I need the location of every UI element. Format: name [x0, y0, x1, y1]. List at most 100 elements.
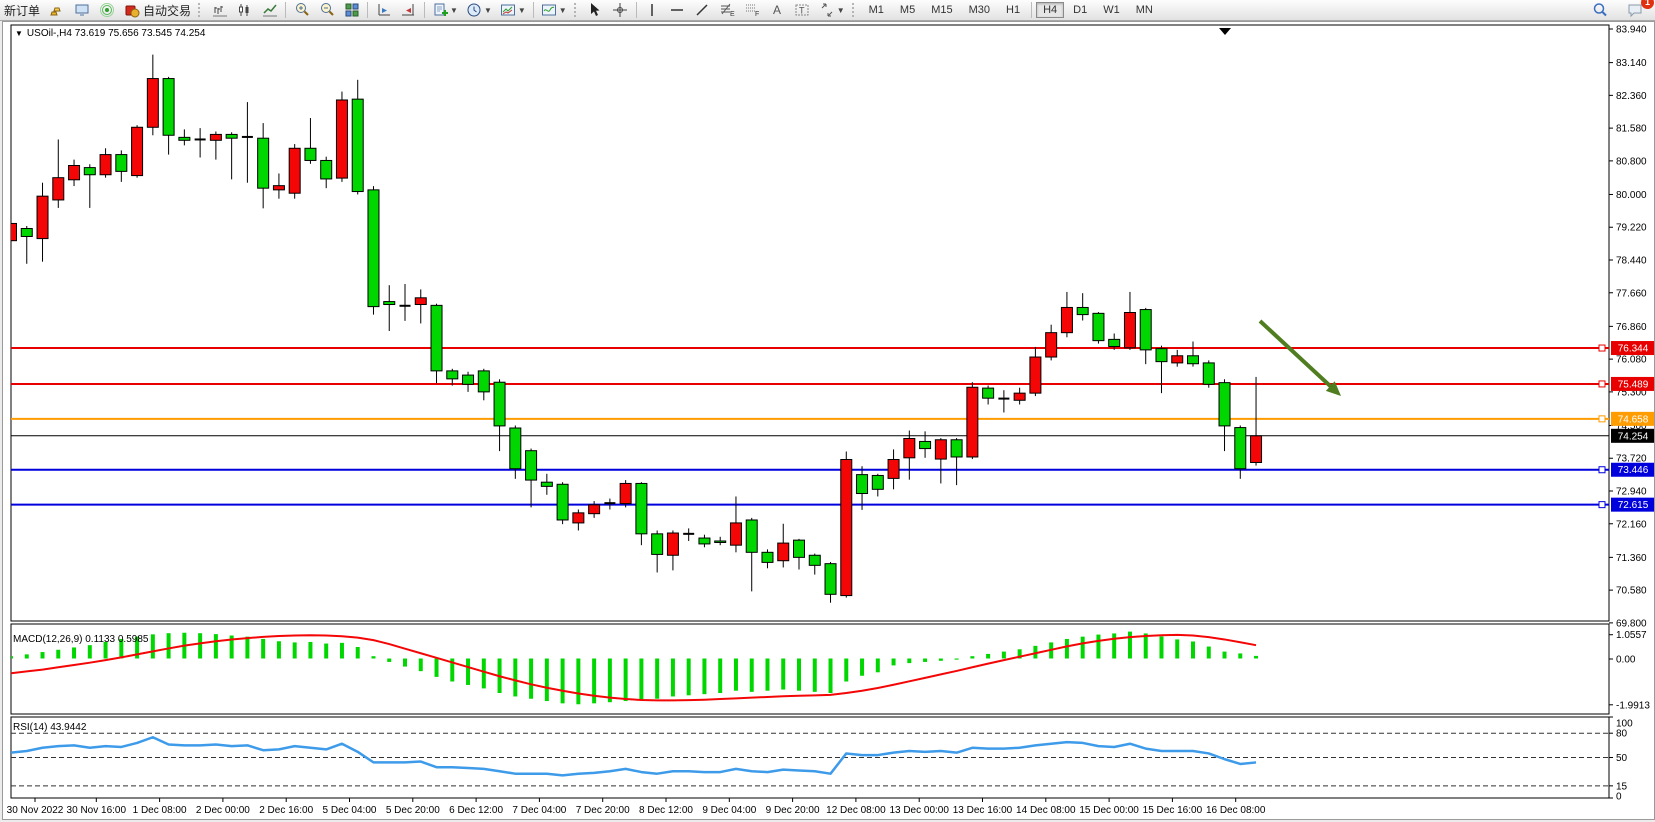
zoom-out-button[interactable] [314, 1, 339, 20]
search-button[interactable] [1587, 1, 1612, 20]
gold-ingots-button[interactable] [44, 1, 69, 20]
svg-text:1.0557: 1.0557 [1616, 630, 1647, 641]
cursor-button[interactable] [583, 1, 608, 20]
timeframe-m15-button[interactable]: M15 [924, 2, 959, 18]
timeframe-mn-button[interactable]: MN [1129, 2, 1160, 18]
svg-text:E: E [730, 11, 735, 18]
horizontal-line-button[interactable] [665, 1, 690, 20]
candle-down [872, 475, 883, 489]
chart-shift-button[interactable] [371, 1, 396, 20]
candle-down [478, 371, 489, 392]
signal-button[interactable] [94, 1, 119, 20]
timeframe-w1-button[interactable]: W1 [1096, 2, 1127, 18]
svg-text:80: 80 [1616, 729, 1628, 740]
timeframe-m1-button[interactable]: M1 [862, 2, 891, 18]
svg-text:-1.9913: -1.9913 [1616, 700, 1650, 711]
svg-text:71.360: 71.360 [1616, 553, 1647, 564]
macd-histogram-bar [970, 656, 974, 658]
svg-text:9 Dec 20:00: 9 Dec 20:00 [766, 805, 820, 816]
arrows-button[interactable]: ▼ [815, 1, 849, 20]
fibonacci-button[interactable]: E [715, 1, 740, 20]
candle-down [1203, 363, 1214, 384]
macd-histogram-bar [702, 659, 706, 695]
candle-down [352, 99, 363, 191]
macd-histogram-bar [466, 659, 470, 685]
macd-histogram-bar [750, 659, 754, 692]
macd-histogram-bar [513, 659, 517, 697]
svg-text:9 Dec 04:00: 9 Dec 04:00 [702, 805, 756, 816]
template-button[interactable]: ▼ [496, 1, 530, 20]
macd-histogram-bar [561, 659, 565, 704]
candle-down [857, 475, 868, 494]
macd-histogram-bar [1144, 633, 1148, 658]
macd-histogram-bar [72, 647, 76, 658]
macd-histogram-bar [198, 633, 202, 658]
candle-down [368, 190, 379, 307]
new-chart-button[interactable]: ▼ [428, 1, 462, 20]
macd-histogram-bar [829, 659, 833, 694]
svg-text:76.080: 76.080 [1616, 355, 1647, 366]
macd-histogram-bar [1175, 639, 1179, 658]
candle-up [730, 523, 741, 545]
vertical-line-button[interactable] [640, 1, 665, 20]
zoom-in-button[interactable] [289, 1, 314, 20]
auto-trading-button[interactable]: 自动交易 [119, 1, 195, 20]
auto-trading-icon [123, 2, 140, 19]
svg-text:30 Nov 16:00: 30 Nov 16:00 [67, 805, 127, 816]
candle-up [100, 155, 111, 175]
tile-windows-button[interactable] [339, 1, 364, 20]
macd-histogram-bar [529, 659, 533, 699]
macd-histogram-bar [1002, 652, 1006, 659]
macd-histogram-bar [293, 642, 297, 658]
macd-histogram-bar [687, 659, 691, 696]
candlestick-chart-button[interactable] [232, 1, 257, 20]
terminal-button[interactable] [69, 1, 94, 20]
auto-scroll-button[interactable] [396, 1, 421, 20]
candle-down [699, 538, 710, 544]
svg-text:0: 0 [1616, 792, 1622, 803]
svg-text:79.220: 79.220 [1616, 223, 1647, 234]
macd-histogram-bar [104, 642, 108, 659]
timeframe-m5-button[interactable]: M5 [893, 2, 922, 18]
line-chart-button[interactable] [257, 1, 282, 20]
timeframe-h1-button[interactable]: H1 [999, 2, 1027, 18]
candle-down [746, 520, 757, 552]
svg-text:5 Dec 20:00: 5 Dec 20:00 [386, 805, 440, 816]
new-order-button[interactable]: 新订单 [0, 1, 44, 20]
zoom-out-icon [318, 2, 335, 19]
signal-icon [98, 2, 115, 19]
macd-histogram-bar [655, 659, 659, 699]
fibo-grid-button[interactable]: F [740, 1, 765, 20]
svg-text:76.860: 76.860 [1616, 322, 1647, 333]
candle-down [431, 305, 442, 371]
notifications-button[interactable]: 1 [1622, 1, 1647, 20]
chart-window[interactable]: 83.94083.14082.36081.58080.80080.00079.2… [2, 21, 1655, 820]
period-clock-button[interactable]: ▼ [462, 1, 496, 20]
trend-line-button[interactable] [690, 1, 715, 20]
candle-down [794, 540, 805, 557]
timeframe-d1-button[interactable]: D1 [1066, 2, 1094, 18]
candle-down [1140, 310, 1151, 350]
candle-up [1061, 307, 1072, 332]
candle-down [447, 371, 458, 379]
candle-down [1188, 356, 1199, 364]
candle-down [983, 388, 994, 398]
macd-histogram-bar [1128, 632, 1132, 659]
svg-text:74.254: 74.254 [1618, 431, 1649, 442]
text-label-button[interactable]: T [790, 1, 815, 20]
macd-histogram-bar [261, 639, 265, 659]
text-button[interactable]: A [765, 1, 790, 20]
dropdown-caret: ▼ [559, 6, 567, 15]
indicators-button[interactable]: ▼ [537, 1, 571, 20]
price-chart[interactable]: 83.94083.14082.36081.58080.80080.00079.2… [3, 22, 1654, 819]
macd-histogram-bar [435, 659, 439, 677]
timeframe-h4-button[interactable]: H4 [1036, 2, 1064, 18]
bar-chart-button[interactable] [207, 1, 232, 20]
crosshair-button[interactable] [608, 1, 633, 20]
svg-text:76.344: 76.344 [1618, 344, 1649, 355]
candle-down [463, 375, 474, 384]
timeframe-m30-button[interactable]: M30 [962, 2, 997, 18]
svg-text:F: F [755, 11, 759, 18]
macd-histogram-bar [371, 656, 375, 658]
svg-text:69.800: 69.800 [1616, 618, 1647, 629]
